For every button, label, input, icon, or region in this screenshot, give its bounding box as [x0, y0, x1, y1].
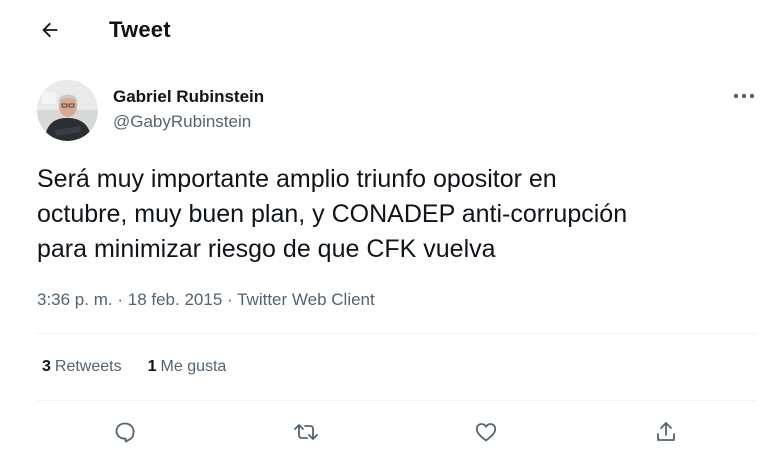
tweet-source[interactable]: Twitter Web Client — [237, 290, 375, 309]
tweet-date[interactable]: 18 feb. 2015 — [128, 290, 223, 309]
meta-separator: · — [117, 290, 124, 309]
back-button[interactable] — [36, 16, 64, 44]
tweet-time[interactable]: 3:36 p. m. — [37, 290, 113, 309]
tweet-header: Tweet — [0, 0, 770, 62]
more-dots-icon — [733, 93, 755, 99]
meta-separator: · — [227, 290, 233, 309]
retweet-icon — [294, 424, 318, 440]
tweet-text: Será muy importante amplio triunfo oposi… — [37, 162, 757, 267]
tweet-text-line: octubre, muy buen plan, y CONADEP anti-c… — [37, 200, 628, 228]
retweets-label: Retweets — [54, 358, 122, 375]
like-button[interactable] — [471, 417, 501, 447]
tweet-stats: 3 Retweets 1 Me gusta — [42, 358, 226, 376]
likes-label: Me gusta — [160, 358, 227, 375]
share-icon — [657, 422, 675, 441]
tweet-meta: 3:36 p. m. · 18 feb. 2015 · Twitter Web … — [37, 290, 375, 310]
retweets-count: 3 — [42, 358, 51, 375]
author-handle[interactable]: @GabyRubinstein — [113, 112, 251, 132]
reply-button[interactable] — [110, 417, 140, 447]
likes-count: 1 — [147, 358, 157, 375]
retweets-stat[interactable]: 3 Retweets — [42, 358, 122, 376]
reply-icon — [115, 422, 135, 443]
more-options-button[interactable] — [727, 84, 761, 108]
avatar[interactable] — [37, 80, 98, 141]
tweet-text-line: Será muy importante amplio triunfo oposi… — [37, 165, 557, 193]
page-title: Tweet — [109, 17, 171, 42]
like-icon — [475, 423, 497, 442]
likes-stat[interactable]: 1 Me gusta — [148, 358, 227, 376]
share-button[interactable] — [651, 417, 681, 447]
arrow-left-icon — [42, 22, 58, 38]
retweet-button[interactable] — [291, 417, 321, 447]
divider — [37, 400, 757, 401]
tweet-text-line: para minimizar riesgo de que CFK vuelva — [37, 235, 496, 263]
divider — [37, 333, 757, 334]
author-name[interactable]: Gabriel Rubinstein — [113, 87, 264, 107]
